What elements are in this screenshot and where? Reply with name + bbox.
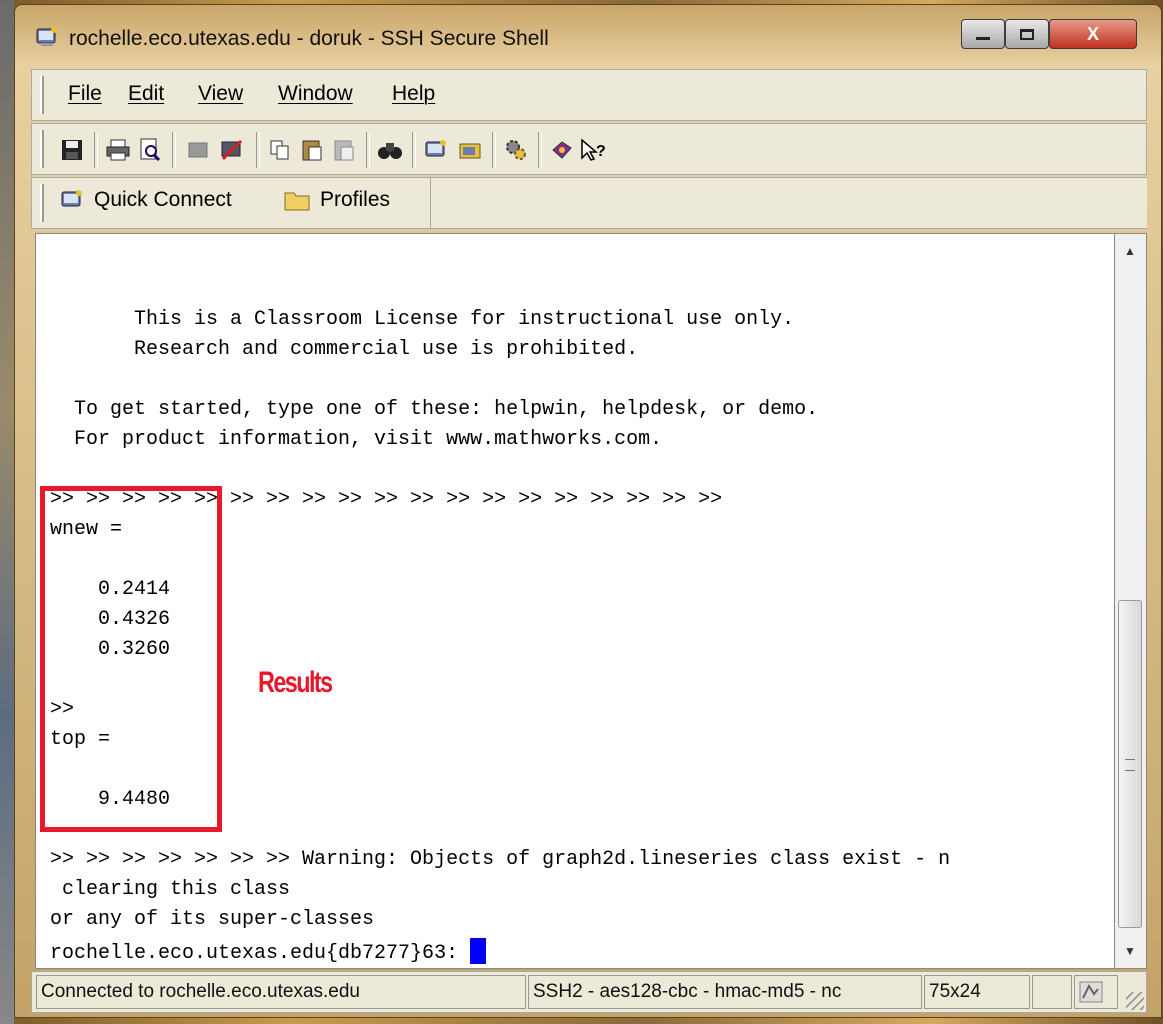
minimize-icon [976, 36, 990, 40]
scrollbar-thumb[interactable] [1118, 600, 1142, 928]
settings-icon[interactable] [502, 136, 530, 164]
copy-icon[interactable] [266, 136, 294, 164]
desktop-background-strip [0, 0, 14, 1024]
toolbar-separator [366, 132, 370, 168]
ssh-app-icon [36, 27, 57, 46]
results-highlight-box [40, 486, 222, 832]
terminal-line: To get started, type one of these: helpw… [50, 398, 819, 421]
menu-view[interactable]: View [198, 82, 243, 106]
toolbar-separator [256, 132, 260, 168]
paste-icon[interactable] [298, 136, 326, 164]
text-cursor [470, 938, 487, 964]
folder-icon [284, 192, 310, 211]
terminal-prompt: rochelle.eco.utexas.edu{db7277}63: [50, 942, 471, 965]
menu-grip[interactable] [40, 76, 44, 114]
new-connection-icon[interactable] [218, 136, 246, 164]
quick-connect-label: Quick Connect [94, 188, 232, 211]
toolbar-separator [538, 132, 542, 168]
context-help-icon[interactable]: ? [580, 136, 608, 164]
close-icon: X [1086, 23, 1099, 44]
quick-connect-button[interactable]: Quick Connect [60, 188, 232, 212]
terminal-line: or any of its super-classes [50, 908, 375, 931]
toolbar-separator [94, 132, 98, 168]
print-preview-icon[interactable] [136, 136, 164, 164]
close-button[interactable]: X [1049, 19, 1137, 49]
new-file-transfer-icon[interactable] [456, 136, 484, 164]
vertical-scrollbar[interactable]: ▲ ▼ [1115, 233, 1147, 969]
maximize-button[interactable] [1005, 19, 1049, 49]
menu-edit[interactable]: Edit [128, 82, 164, 106]
menu-help[interactable]: Help [392, 82, 435, 106]
scroll-up-arrow-icon[interactable]: ▲ [1115, 236, 1145, 266]
status-terminal-size: 75x24 [924, 975, 1030, 1009]
resize-grip-icon[interactable] [1126, 992, 1144, 1010]
scrollbar-grip-icon [1125, 759, 1135, 771]
menu-file[interactable]: File [68, 82, 102, 106]
terminal-line: For product information, visit www.mathw… [50, 428, 663, 451]
disconnect-icon[interactable] [184, 136, 212, 164]
status-encryption-icon-panel [1074, 975, 1118, 1009]
save-icon[interactable] [58, 136, 86, 164]
toolbar-grip[interactable] [40, 130, 44, 168]
toolbar-separator [412, 132, 416, 168]
connection-bar: Quick Connect Profiles [31, 177, 431, 229]
terminal-line: >> >> >> >> >> >> >> Warning: Objects of… [50, 848, 951, 871]
terminal-line: This is a Classroom License for instruct… [50, 308, 795, 331]
profiles-label: Profiles [320, 188, 391, 211]
new-terminal-icon[interactable] [422, 136, 450, 164]
svg-text:?: ? [596, 143, 606, 160]
status-empty-panel [1032, 975, 1072, 1009]
profiles-button[interactable]: Profiles [284, 188, 390, 212]
maximize-icon [1020, 28, 1034, 40]
window-title: rochelle.eco.utexas.edu - doruk - SSH Se… [69, 27, 549, 50]
find-icon[interactable] [376, 136, 404, 164]
results-annotation: Results [258, 666, 333, 699]
menu-window[interactable]: Window [278, 82, 353, 106]
paste-disabled-icon[interactable] [330, 136, 358, 164]
quick-connect-icon [61, 190, 82, 207]
status-cipher: SSH2 - aes128-cbc - hmac-md5 - nc [528, 975, 922, 1009]
connection-bar-spacer [431, 177, 1147, 229]
minimize-button[interactable] [961, 19, 1005, 49]
encryption-status-icon [1079, 981, 1103, 1003]
toolbar-separator [492, 132, 496, 168]
toolbar-separator [172, 132, 176, 168]
status-connection: Connected to rochelle.eco.utexas.edu [36, 975, 526, 1009]
menu-bar: File Edit View Window Help [31, 69, 1147, 121]
terminal-line: Research and commercial use is prohibite… [50, 338, 639, 361]
terminal-prompt-line: rochelle.eco.utexas.edu{db7277}63: [50, 938, 487, 966]
terminal-line: clearing this class [50, 878, 291, 901]
connection-grip[interactable] [40, 184, 44, 222]
title-bar[interactable]: rochelle.eco.utexas.edu - doruk - SSH Se… [15, 5, 1161, 67]
scroll-down-arrow-icon[interactable]: ▼ [1115, 936, 1145, 966]
status-bar: Connected to rochelle.eco.utexas.edu SSH… [31, 971, 1147, 1013]
print-icon[interactable] [104, 136, 132, 164]
help-book-icon[interactable] [548, 136, 576, 164]
toolbar: ? [31, 123, 1147, 175]
